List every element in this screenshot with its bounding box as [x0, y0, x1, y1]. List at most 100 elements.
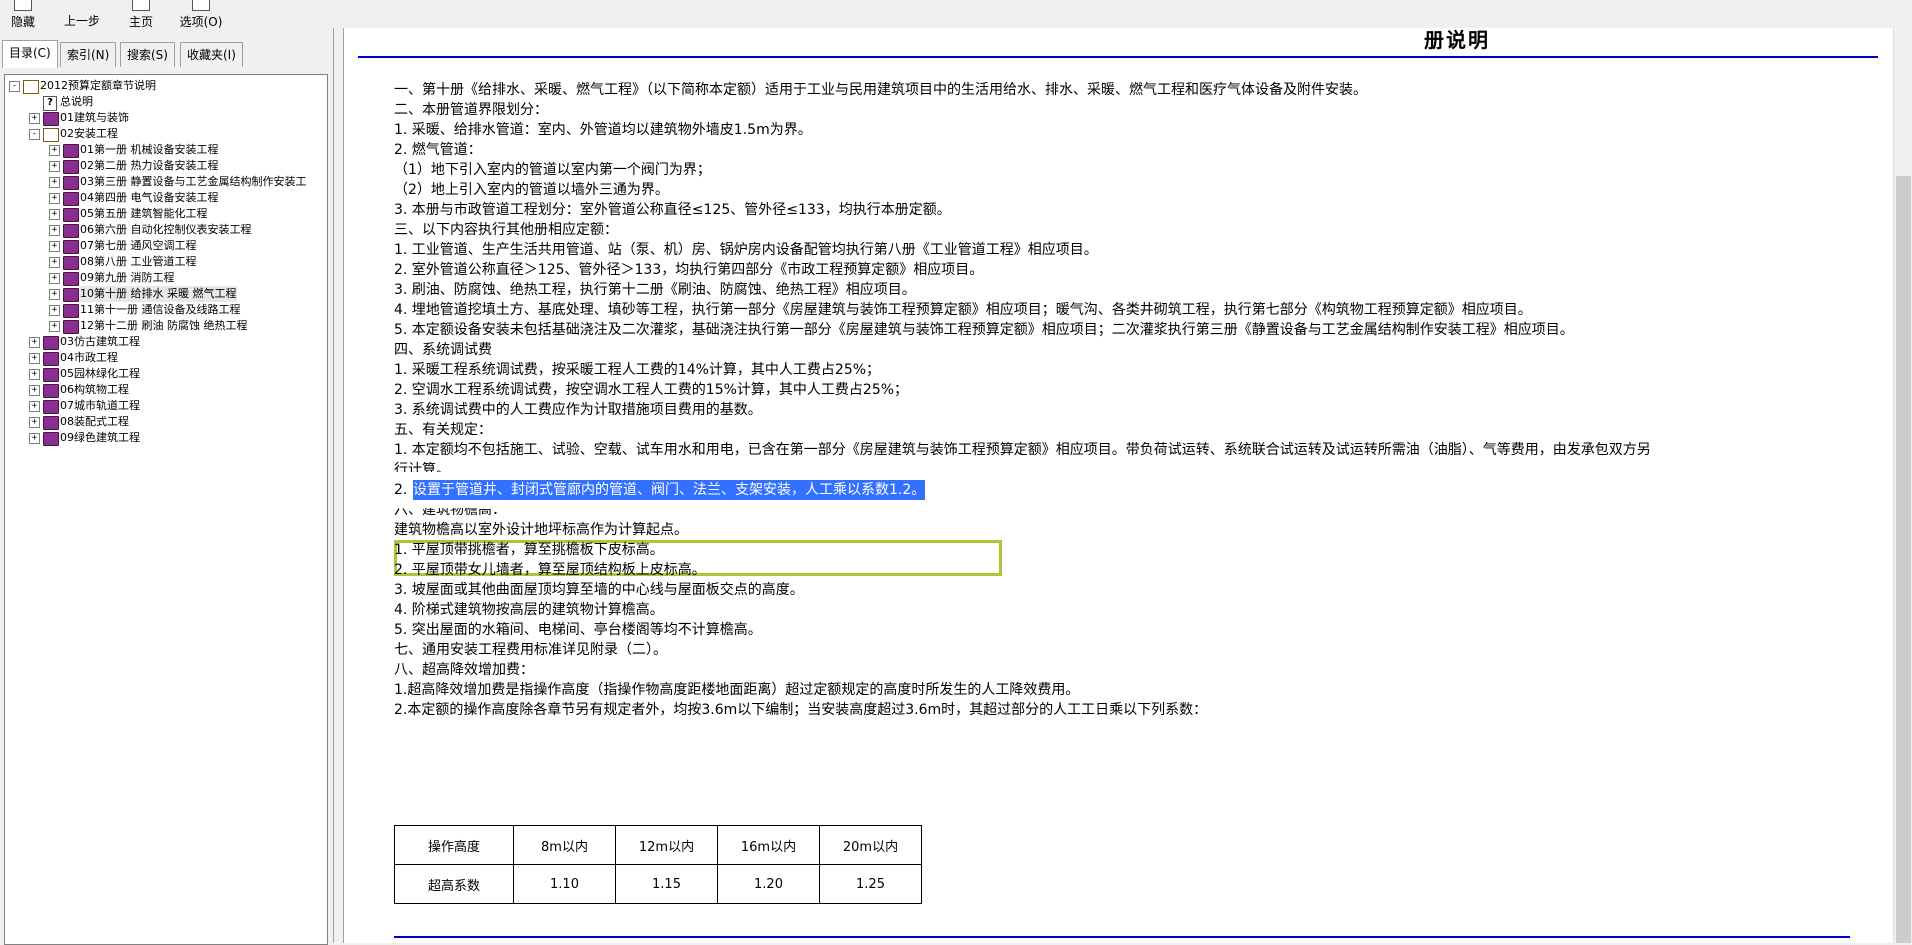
- tree-item-label: 07城市轨道工程: [60, 399, 140, 412]
- pane-splitter[interactable]: [333, 28, 343, 943]
- expand-icon[interactable]: +: [49, 161, 60, 172]
- tree-item-label: 02第二册 热力设备安装工程: [80, 159, 219, 172]
- book-icon: [63, 320, 79, 334]
- doc-line: 行计算。: [394, 462, 450, 478]
- tab-index[interactable]: 索引(N): [60, 42, 117, 67]
- tree-item[interactable]: +01第一册 机械设备安装工程: [5, 142, 325, 158]
- table-cell: 1.20: [717, 864, 820, 904]
- collapse-icon[interactable]: -: [9, 81, 20, 92]
- book-icon: [63, 288, 79, 302]
- tree-item-label: 03仿古建筑工程: [60, 335, 140, 348]
- tree-item[interactable]: +03第三册 静置设备与工艺金属结构制作安装工: [5, 174, 325, 190]
- tree-item-label: 12第十二册 刷油 防腐蚀 绝热工程: [80, 319, 248, 332]
- tree-item-label: 总说明: [60, 95, 93, 108]
- tree-item[interactable]: +04市政工程: [5, 350, 325, 366]
- tree-item[interactable]: +09绿色建筑工程: [5, 430, 325, 446]
- tree-item-label: 01第一册 机械设备安装工程: [80, 143, 219, 156]
- book-icon: [63, 304, 79, 318]
- expand-icon[interactable]: +: [29, 433, 40, 444]
- tree-item[interactable]: +08装配式工程: [5, 414, 325, 430]
- selected-text: 设置于管道井、封闭式管廊内的管道、阀门、法兰、支架安装，人工乘以系数1.2。: [413, 480, 926, 500]
- expand-icon[interactable]: +: [29, 369, 40, 380]
- doc-line: 七、通用安装工程费用标准详见附录（二）。: [394, 642, 667, 658]
- vertical-scrollbar[interactable]: [1893, 28, 1912, 943]
- doc-line: 5. 本定额设备安装未包括基础浇注及二次灌浆，基础浇注执行第一部分《房屋建筑与装…: [394, 322, 1574, 338]
- expand-icon[interactable]: +: [29, 353, 40, 364]
- expand-icon[interactable]: +: [29, 385, 40, 396]
- expand-icon[interactable]: +: [49, 193, 60, 204]
- expand-icon[interactable]: +: [49, 145, 60, 156]
- tree-item[interactable]: +10第十册 给排水 采暖 燃气工程: [5, 286, 325, 302]
- expand-icon[interactable]: +: [29, 337, 40, 348]
- table-cell: 超高系数: [394, 864, 514, 904]
- tree-item-label: 2012预算定额章节说明: [40, 79, 156, 92]
- tree-item-label: 09第九册 消防工程: [80, 271, 175, 284]
- tree-item[interactable]: +02第二册 热力设备安装工程: [5, 158, 325, 174]
- table-cell: 12m以内: [615, 825, 718, 865]
- doc-line: 二、本册管道界限划分：: [394, 102, 548, 118]
- expand-icon[interactable]: +: [49, 209, 60, 220]
- tree-item[interactable]: +03仿古建筑工程: [5, 334, 325, 350]
- book-icon: [43, 368, 59, 382]
- home-button[interactable]: 主页: [124, 0, 158, 29]
- doc-line: 1. 平屋顶带挑檐者，算至挑檐板下皮标高。: [394, 542, 664, 558]
- tree-item[interactable]: +06构筑物工程: [5, 382, 325, 398]
- table-cell: 1.25: [819, 864, 922, 904]
- tab-search[interactable]: 搜索(S): [120, 42, 175, 67]
- expand-icon[interactable]: +: [49, 321, 60, 332]
- tab-favorites[interactable]: 收藏夹(I): [180, 42, 243, 67]
- bottom-rule: [394, 936, 1850, 938]
- tree-item[interactable]: +11第十一册 通信设备及线路工程: [5, 302, 325, 318]
- hide-button[interactable]: 隐藏: [6, 0, 40, 29]
- tree-item[interactable]: +05第五册 建筑智能化工程: [5, 206, 325, 222]
- table-row: 超高系数 1.10 1.15 1.20 1.25: [394, 864, 922, 904]
- tree-item[interactable]: +05园林绿化工程: [5, 366, 325, 382]
- table-row: 操作高度 8m以内 12m以内 16m以内 20m以内: [394, 825, 922, 865]
- expand-icon[interactable]: +: [49, 289, 60, 300]
- tree-item[interactable]: +06第六册 自动化控制仪表安装工程: [5, 222, 325, 238]
- tree-item[interactable]: +07城市轨道工程: [5, 398, 325, 414]
- doc-line: 三、以下内容执行其他册相应定额：: [394, 222, 618, 238]
- tree-item[interactable]: - 02安装工程: [5, 126, 325, 142]
- tree-item[interactable]: +09第九册 消防工程: [5, 270, 325, 286]
- tree-item[interactable]: ? 总说明: [5, 94, 325, 111]
- expand-icon[interactable]: +: [49, 257, 60, 268]
- tree-item[interactable]: +04第四册 电气设备安装工程: [5, 190, 325, 206]
- hide-icon: [14, 0, 32, 11]
- book-icon: [43, 432, 59, 446]
- options-button[interactable]: 选项(O): [176, 0, 226, 29]
- tree-item-label: 05园林绿化工程: [60, 367, 140, 380]
- doc-line: （2）地上引入室内的管道以墙外三通为界。: [394, 182, 669, 198]
- doc-line: 2. 室外管道公称直径＞125、管外径＞133，均执行第四部分《市政工程预算定额…: [394, 262, 984, 278]
- expand-icon[interactable]: +: [49, 177, 60, 188]
- collapse-icon[interactable]: -: [29, 129, 40, 140]
- tree-item-label: 11第十一册 通信设备及线路工程: [80, 303, 241, 316]
- expand-icon[interactable]: +: [29, 401, 40, 412]
- table-cell: 操作高度: [394, 825, 514, 865]
- options-icon: [192, 0, 210, 11]
- expand-icon[interactable]: +: [49, 305, 60, 316]
- tree-item[interactable]: - 2012预算定额章节说明: [5, 78, 325, 94]
- tree-item[interactable]: +07第七册 通风空调工程: [5, 238, 325, 254]
- tree-item[interactable]: +01建筑与装饰: [5, 110, 325, 126]
- home-icon: [132, 0, 150, 11]
- table-cell: 1.15: [615, 864, 718, 904]
- tab-contents[interactable]: 目录(C): [2, 40, 58, 68]
- doc-line: 3. 刷油、防腐蚀、绝热工程，执行第十二册《刷油、防腐蚀、绝热工程》相应项目。: [394, 282, 916, 298]
- tree-item-label: 09绿色建筑工程: [60, 431, 140, 444]
- expand-icon[interactable]: +: [49, 225, 60, 236]
- contents-tree[interactable]: -2012预算定额章节说明? 总说明 +01建筑与装饰 -02安装工程 +01第一册 机…: [4, 74, 328, 945]
- tree-item[interactable]: +12第十二册 刷油 防腐蚀 绝热工程: [5, 318, 325, 334]
- book-icon: [63, 192, 79, 206]
- expand-icon[interactable]: +: [29, 417, 40, 428]
- tree-item[interactable]: +08第八册 工业管道工程: [5, 254, 325, 270]
- expand-icon[interactable]: +: [49, 273, 60, 284]
- scrollbar-thumb[interactable]: [1896, 176, 1911, 943]
- book-icon: [63, 208, 79, 222]
- doc-line: 五、有关规定：: [394, 422, 492, 438]
- back-icon: [74, 0, 90, 10]
- expand-icon[interactable]: +: [49, 241, 60, 252]
- doc-line: 2. 空调水工程系统调试费，按空调水工程人工费的15%计算，其中人工费占25%；: [394, 382, 909, 398]
- back-button[interactable]: 上一步: [58, 0, 106, 28]
- expand-icon[interactable]: +: [29, 113, 40, 124]
